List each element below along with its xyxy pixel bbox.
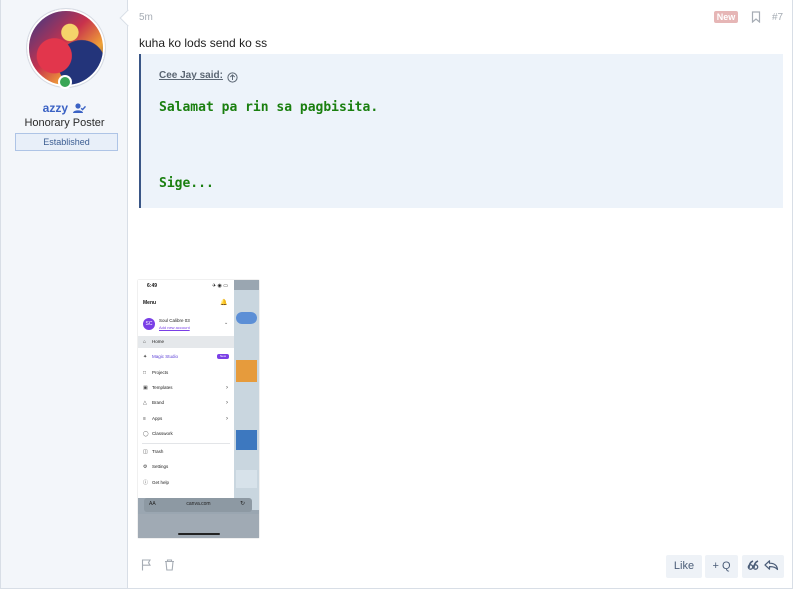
new-badge: New [714,11,738,23]
menu-item-label: Templates [152,385,173,390]
post-time[interactable]: 5m [139,12,153,23]
menu-item-label: Magic Studio [152,354,179,359]
post-number[interactable]: #7 [772,12,783,23]
flag-icon[interactable] [141,558,152,576]
menu-item-classwork: ◯ Classwork [138,428,234,440]
menu-item-home: ⌂ Home [138,336,234,348]
menu-item-projects: □ Projects [138,367,234,379]
arrow-up-circle-icon[interactable] [227,70,238,88]
quote-line: Sige... [159,176,214,191]
multi-quote-button[interactable]: + Q [705,555,738,578]
menu-item-label: Brand [152,400,165,405]
menu-item-label: Classwork [152,431,173,436]
menu-item-label: Trash [152,449,164,454]
menu-item-settings: ⚙ Settings [138,461,234,473]
bell-icon: 🔔 [220,300,228,306]
trash-icon[interactable] [164,558,175,576]
menu-divider [142,443,230,444]
chevron-right-icon: › [226,385,228,391]
chevron-right-icon: › [226,400,228,406]
menu-item-label: Get help [152,480,170,485]
menu-panel: 6:49 ✈ ◉ ▭ Menu 🔔 SC Soul Calibre 03 Add… [138,280,234,498]
verified-user-icon [73,103,87,117]
menu-item-get-help: ⓘ Get help [138,477,234,489]
templates-icon: ▣ [143,385,148,391]
quote-author[interactable]: Cee Jay said: [159,70,223,81]
new-tag: New [217,354,229,359]
account-sub: Add new account [159,325,190,330]
help-icon: ⓘ [143,480,149,486]
like-button[interactable]: Like [666,555,702,578]
message-post: azzy Honorary Poster Established 5m New … [0,0,793,589]
attached-screenshot[interactable]: 6:49 ✈ ◉ ▭ Menu 🔔 SC Soul Calibre 03 Add… [138,280,259,538]
menu-item-brand: △ Brand › [138,397,234,409]
menu-item-templates: ▣ Templates › [138,382,234,394]
bookmark-icon[interactable] [751,10,761,28]
menu-title: Menu [143,300,157,306]
background-app [234,290,259,510]
status-time: 6:49 [147,283,158,289]
menu-item-magic-studio: ✦ Magic Studio New [138,351,234,363]
brand-icon: △ [143,400,147,406]
quote-reply-icon [747,560,779,572]
chevron-down-icon: ⌄ [224,320,229,326]
home-indicator [178,533,220,535]
trash-icon: ◫ [143,449,148,455]
quote-line: Salamat pa rin sa pagbisita. [159,100,379,115]
settings-icon: ⚙ [143,464,148,470]
magic-icon: ✦ [143,354,148,360]
menu-item-apps: ≡ Apps › [138,413,234,425]
username[interactable]: azzy [1,101,128,117]
home-icon: ⌂ [143,339,147,345]
account-avatar: SC [143,318,155,330]
menu-item-label: Projects [152,370,169,375]
apps-icon: ≡ [143,416,146,422]
menu-item-trash: ◫ Trash [138,446,234,458]
message-text: kuha ko lods send ko ss [139,36,268,50]
menu-item-label: Home [152,339,165,344]
account-name: Soul Calibre 03 [159,318,190,323]
folder-icon: □ [143,370,147,376]
online-status-icon [58,75,72,89]
user-banner: Established [15,133,118,151]
reload-icon: ↻ [240,501,246,507]
menu-item-label: Apps [152,416,163,421]
username-text[interactable]: azzy [43,101,68,115]
classwork-icon: ◯ [143,431,149,437]
chevron-right-icon: › [226,416,228,422]
status-icons: ✈ ◉ ▭ [211,283,228,289]
user-sidebar: azzy Honorary Poster Established [1,0,128,588]
menu-item-label: Settings [152,464,169,469]
user-title: Honorary Poster [24,117,105,129]
reply-button[interactable] [742,555,784,578]
quote-block: Cee Jay said: Salamat pa rin sa pagbisit… [139,54,783,208]
